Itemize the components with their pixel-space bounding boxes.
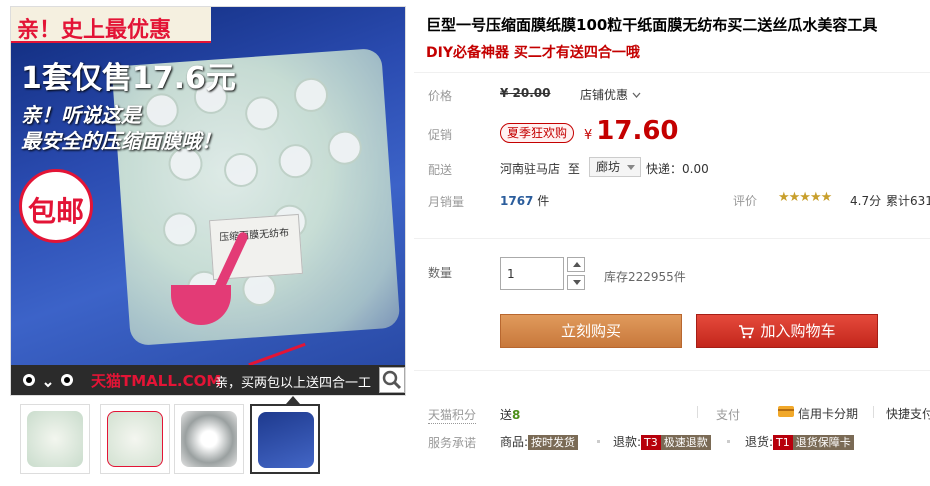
service-promise-label: 服务承诺 xyxy=(428,436,477,450)
price-headline: 1套仅售17.6元 xyxy=(21,61,236,96)
points-prefix: 送 xyxy=(500,408,513,422)
add-to-cart-label: 加入购物车 xyxy=(760,322,836,340)
price-label: 价格 xyxy=(428,89,453,103)
bag-label-text: 压缩面膜无纺布 xyxy=(218,227,290,244)
tmall-points: 送8 xyxy=(500,406,520,423)
active-thumb-indicator xyxy=(286,396,300,404)
cart-icon xyxy=(739,324,755,338)
service-goods-label: 商品: xyxy=(500,435,529,449)
shipping-to-prefix: 至 xyxy=(567,162,580,176)
points-value: 8 xyxy=(512,408,521,422)
promo-banner-text: 亲！史上最优惠 xyxy=(17,18,172,43)
service-refund-tag: 极速退款 xyxy=(660,435,711,450)
service-return[interactable]: 退货: T1 退货保障卡 xyxy=(745,433,854,450)
thumbnail-4[interactable] xyxy=(250,404,320,474)
original-price-value: ¥ 20.00 xyxy=(500,86,551,100)
payment-label: 支付 xyxy=(716,408,741,422)
tmall-strip: 天猫TMALL.COM 亲，买两包以上送四合一工 xyxy=(11,365,405,395)
promo-banner: 亲！史上最优惠 xyxy=(11,7,211,43)
service-goods[interactable]: 商品: 按时发货 xyxy=(500,433,579,450)
shipping-destination-select[interactable]: 廊坊 xyxy=(589,157,642,177)
separator-dot xyxy=(597,440,600,443)
service-return-code: T1 xyxy=(773,435,793,450)
vertical-divider xyxy=(873,406,874,418)
buy-now-button[interactable]: 立刻购买 xyxy=(500,314,682,348)
quick-pay-link[interactable]: 快捷支付 xyxy=(886,405,930,422)
service-return-tag: 退货保障卡 xyxy=(792,435,854,450)
service-goods-tag: 按时发货 xyxy=(528,435,579,450)
caret-down-icon xyxy=(627,165,636,170)
safe-line: 最安全的压缩面膜哦！ xyxy=(21,129,221,153)
chevron-down-icon xyxy=(632,92,641,98)
monthly-sales: 1767 件 xyxy=(500,192,549,209)
zoom-icon[interactable] xyxy=(379,367,405,393)
divider xyxy=(414,370,930,371)
currency-symbol: ¥ xyxy=(584,128,593,143)
divider xyxy=(414,72,930,73)
current-price: ¥17.60 xyxy=(584,116,679,146)
current-price-value: 17.60 xyxy=(596,116,679,146)
thumbnail-2[interactable] xyxy=(100,404,170,474)
thumbnail-strip xyxy=(10,396,406,480)
thumbnail-3[interactable] xyxy=(174,404,244,474)
tmall-promo-text: 亲，买两包以上送四合一工 xyxy=(215,376,372,391)
vertical-divider xyxy=(697,406,698,418)
shipping-origin: 河南驻马店 xyxy=(500,162,561,176)
shop-promo-dropdown[interactable]: 店铺优惠 xyxy=(580,86,641,103)
shop-promo-label: 店铺优惠 xyxy=(580,88,629,102)
promo-arrow xyxy=(248,342,306,367)
credit-card-icon xyxy=(778,406,794,417)
free-shipping-text: 包邮 xyxy=(28,195,85,228)
stock-count: 库存222955件 xyxy=(604,270,686,284)
arrow-up-icon xyxy=(573,262,581,267)
rating-label: 评价 xyxy=(733,194,758,208)
arrow-down-icon xyxy=(573,280,581,285)
shipping-from: 河南驻马店 至 xyxy=(500,160,580,177)
main-product-image[interactable]: 压缩面膜无纺布 亲！史上最优惠 1套仅售17.6元 亲！听说这是 最安全的压缩面… xyxy=(10,6,406,396)
promo-badge: 夏季狂欢购 xyxy=(500,123,575,143)
product-title: 巨型一号压缩面膜纸膜100粒干纸面膜无纺布买二送丝瓜水美容工具 xyxy=(426,16,878,34)
promo-label: 促销 xyxy=(428,128,453,142)
shipping-destination: 廊坊 xyxy=(596,160,621,174)
star-rating-icon: ★★★★★ xyxy=(778,190,832,205)
tmall-logo: 天猫TMALL.COM xyxy=(91,372,222,390)
shipping-label: 配送 xyxy=(428,163,453,177)
service-refund[interactable]: 退款: T3 极速退款 xyxy=(613,433,711,450)
separator-dot xyxy=(727,440,730,443)
rating-value: 4.7分 xyxy=(850,194,882,208)
service-refund-code: T3 xyxy=(641,435,661,450)
product-subtitle: DIY必备神器 买二才有送四合一哦 xyxy=(426,45,640,61)
product-page: 压缩面膜无纺布 亲！史上最优惠 1套仅售17.6元 亲！听说这是 最安全的压缩面… xyxy=(0,0,930,486)
hear-line: 亲！听说这是 xyxy=(21,103,141,127)
original-price: ¥ 20.00 xyxy=(500,86,550,100)
quantity-increase-button[interactable] xyxy=(567,257,585,272)
quantity-input[interactable] xyxy=(501,258,563,289)
tmall-points-label[interactable]: 天猫积分 xyxy=(428,406,477,424)
add-to-cart-button[interactable]: 加入购物车 xyxy=(696,314,878,348)
monthly-sales-label: 月销量 xyxy=(428,195,465,209)
credit-installment-link[interactable]: 信用卡分期 xyxy=(798,405,858,422)
service-return-label: 退货: xyxy=(745,435,774,449)
shipping-fee: 快递：0.00 xyxy=(646,162,709,176)
total-reviews-link[interactable]: 累计631 xyxy=(886,192,930,209)
thumbnail-1[interactable] xyxy=(20,404,90,474)
quantity-label: 数量 xyxy=(428,266,453,280)
divider xyxy=(414,238,930,239)
quantity-input-box xyxy=(500,257,564,290)
monthly-sales-unit: 件 xyxy=(537,194,550,208)
service-refund-label: 退款: xyxy=(613,435,642,449)
tmall-cat-icon xyxy=(15,369,85,391)
quantity-decrease-button[interactable] xyxy=(567,275,585,290)
monthly-sales-count: 1767 xyxy=(500,194,534,208)
free-shipping-badge: 包邮 xyxy=(19,169,93,243)
